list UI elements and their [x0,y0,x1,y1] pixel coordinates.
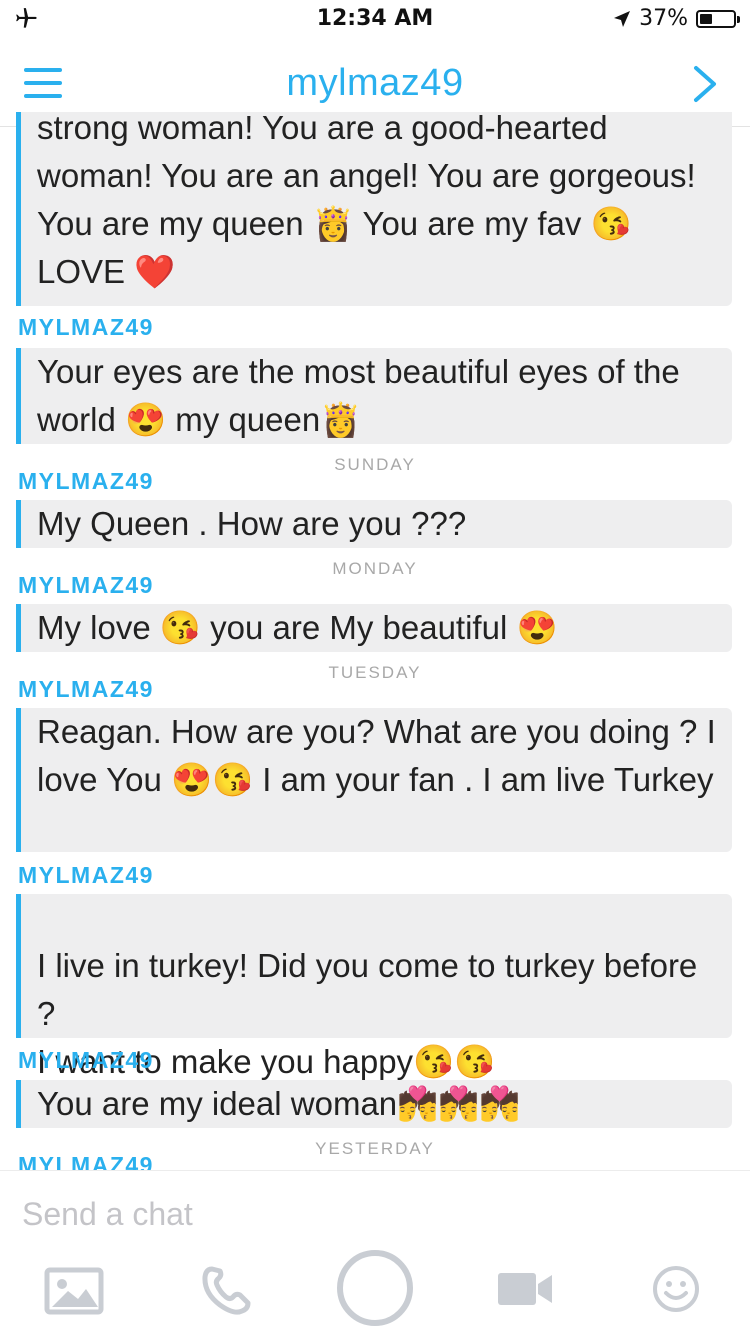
chat-title[interactable]: mylmaz49 [0,62,750,105]
message-text: My love 😘 you are My beautiful 😍 [37,609,558,646]
message-bubble: My love 😘 you are My beautiful 😍 [16,604,732,652]
message-text: Your eyes are the most beautiful eyes of… [37,353,680,438]
message-text: strong woman! You are a good-hearted wom… [37,112,696,290]
video-icon[interactable] [498,1271,554,1307]
status-bar: 12:34 AM 37% [0,0,750,40]
image-icon[interactable] [44,1267,104,1315]
message-bubble: strong woman! You are a good-hearted wom… [16,112,732,306]
message-bubble: I live in turkey! Did you come to turkey… [16,894,732,1080]
chevron-right-icon[interactable] [690,64,720,104]
message-bubble: Your eyes are the most beautiful eyes of… [16,348,732,444]
message-bubble: You are my ideal woman💏💏💏 [16,1080,732,1128]
message-bubble: My Queen . How are you ??? [16,500,732,548]
message-text: Reagan. How are you? What are you doing … [37,713,716,798]
sender-name: MYLMAZ49 [18,1152,154,1170]
location-arrow-icon [614,10,631,27]
battery-percent: 37% [639,6,688,31]
sender-name: MYLMAZ49 [18,676,154,702]
battery-icon [696,9,740,28]
sender-name: MYLMAZ49 [18,1047,154,1073]
sender-name: MYLMAZ49 [18,314,154,340]
sender-name: MYLMAZ49 [18,862,154,888]
sender-name: MYLMAZ49 [18,468,154,494]
message-bubble: Reagan. How are you? What are you doing … [16,708,732,852]
composer [0,1170,750,1335]
phone-icon[interactable] [200,1265,252,1317]
message-thread[interactable]: strong woman! You are a good-hearted wom… [0,112,750,1170]
capture-circle-icon[interactable] [336,1249,414,1327]
message-text: You are my ideal woman💏💏💏 [37,1085,521,1122]
battery-fill [700,13,712,24]
chat-input[interactable] [20,1191,724,1237]
status-right: 37% [613,6,740,31]
smiley-icon[interactable] [652,1265,700,1313]
message-text: My Queen . How are you ??? [37,505,467,542]
sender-name: MYLMAZ49 [18,572,154,598]
